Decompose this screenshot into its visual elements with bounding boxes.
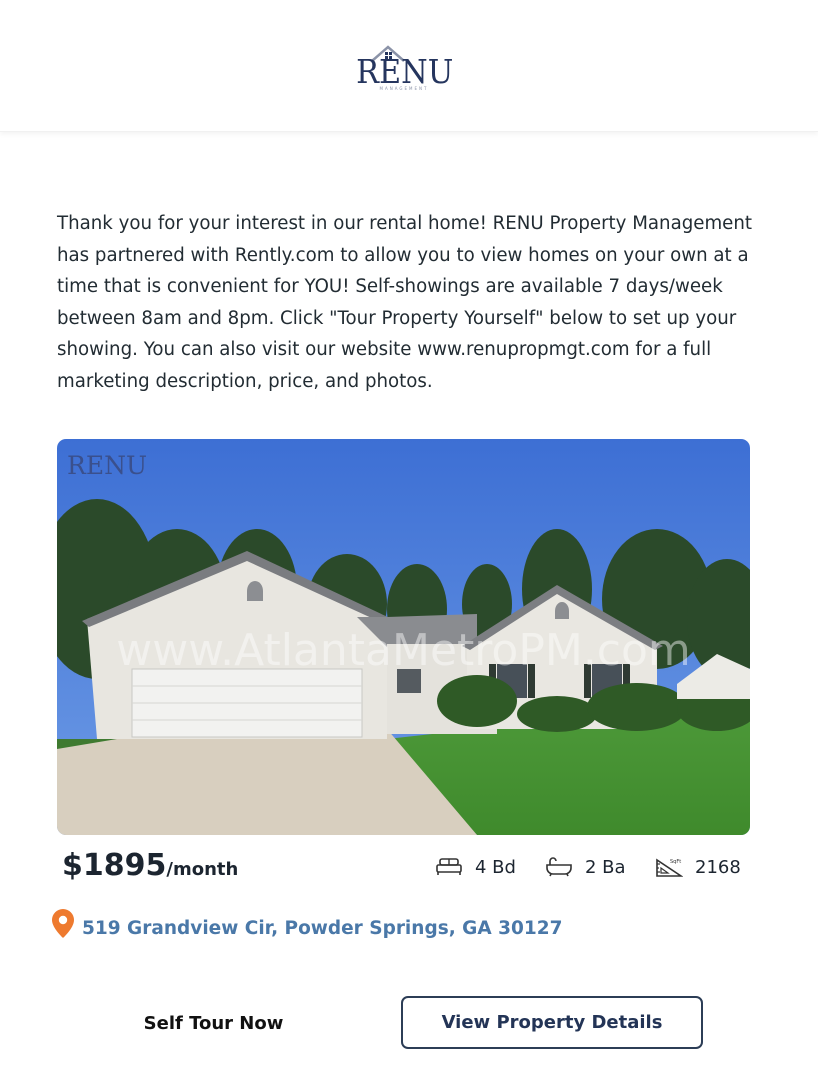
ruler-icon: SqFt <box>655 856 683 878</box>
price-unit: /month <box>166 859 239 880</box>
photo-watermark-url: www.AtlantaMetroPM.com <box>116 625 691 676</box>
photo-watermark-logo: RENU <box>67 451 148 480</box>
sqft-icon-label: SqFt <box>670 859 681 865</box>
baths-spec: 2 Ba <box>545 852 626 882</box>
property-photo[interactable]: RENU www.AtlantaMetroPM.com <box>57 439 750 835</box>
address-link[interactable]: 519 Grandview Cir, Powder Springs, GA 30… <box>82 914 562 944</box>
sqft-label: 2168 <box>695 856 741 878</box>
baths-label: 2 Ba <box>585 856 626 878</box>
self-tour-button[interactable]: Self Tour Now <box>62 997 365 1049</box>
price-value: $1895 <box>62 848 167 883</box>
sqft-spec: SqFt 2168 <box>655 852 741 882</box>
logo-subtext: MANAGEMENT <box>379 86 429 91</box>
bed-icon <box>435 857 463 877</box>
location-pin-icon <box>51 908 75 943</box>
beds-label: 4 Bd <box>475 856 516 878</box>
header: RENU MANAGEMENT <box>0 0 818 132</box>
intro-text: Thank you for your interest in our renta… <box>57 213 753 392</box>
renu-logo[interactable]: RENU MANAGEMENT <box>350 44 458 96</box>
beds-spec: 4 Bd <box>435 852 516 882</box>
listing-price: $1895/month <box>62 846 238 890</box>
bathtub-icon <box>545 857 573 877</box>
view-property-details-button[interactable]: View Property Details <box>401 996 703 1049</box>
